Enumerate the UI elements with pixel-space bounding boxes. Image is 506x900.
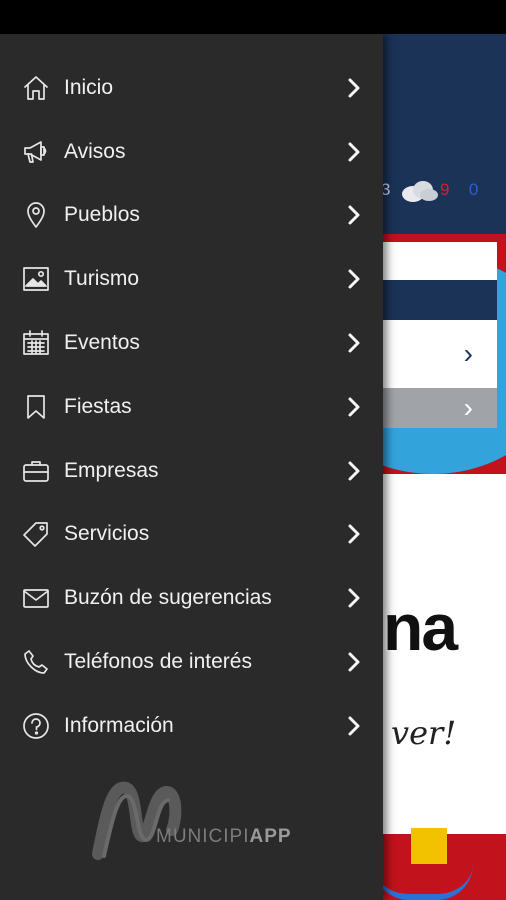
menu-item-inicio[interactable]: Inicio — [0, 56, 383, 120]
menu-item-fiestas[interactable]: Fiestas — [0, 375, 383, 439]
background-card-row[interactable]: › — [383, 388, 497, 428]
chevron-right-icon — [344, 459, 364, 483]
menu-item-empresas[interactable]: Empresas — [0, 439, 383, 503]
chevron-right-icon — [344, 203, 364, 227]
menu-item-label: Información — [64, 713, 174, 737]
briefcase-icon — [22, 457, 50, 485]
menu-item-turismo[interactable]: Turismo — [0, 247, 383, 311]
menu-item-avisos[interactable]: Avisos — [0, 120, 383, 184]
background-card-row[interactable]: › — [383, 320, 497, 388]
menu-item-pueblos[interactable]: Pueblos — [0, 184, 383, 248]
menu-item-label: Avisos — [64, 139, 126, 163]
municipiapp-logo: MUNICIPIAPP — [92, 774, 302, 864]
menu-item-label: Turismo — [64, 267, 140, 291]
background-slogan-text: ver! — [391, 714, 457, 752]
tag-icon — [22, 520, 50, 548]
chevron-right-icon — [344, 650, 364, 674]
menu-item-label: Buzón de sugerencias — [64, 586, 272, 610]
chevron-right-icon — [344, 267, 364, 291]
chevron-right-icon — [344, 76, 364, 100]
menu-item-buzon[interactable]: Buzón de sugerencias — [0, 566, 383, 630]
background-app: 3 9 0 › › na ver! — [383, 34, 506, 900]
chevron-right-icon — [344, 140, 364, 164]
drawer-menu: Inicio Avisos Pueblos Turismo Eventos Fi… — [0, 56, 383, 758]
menu-item-telefonos[interactable]: Teléfonos de interés — [0, 630, 383, 694]
municipiapp-logo-text: MUNICIPIAPP — [156, 826, 292, 847]
menu-item-label: Pueblos — [64, 203, 140, 227]
chevron-right-icon — [344, 522, 364, 546]
help-circle-icon — [22, 712, 50, 740]
menu-item-label: Teléfonos de interés — [64, 650, 252, 674]
bookmark-icon — [22, 393, 50, 421]
chevron-right-icon — [344, 331, 364, 355]
status-bar — [0, 0, 506, 34]
chevron-right-icon: › — [463, 392, 473, 423]
navigation-drawer: Inicio Avisos Pueblos Turismo Eventos Fi… — [0, 34, 383, 900]
background-brand-text: na — [383, 590, 458, 664]
home-icon — [22, 74, 50, 102]
menu-item-label: Inicio — [64, 75, 114, 99]
menu-item-label: Eventos — [64, 331, 140, 355]
image-icon — [22, 265, 50, 293]
background-content: na ver! — [383, 474, 506, 834]
chevron-right-icon — [344, 586, 364, 610]
calendar-icon — [22, 329, 50, 357]
cloud-icon — [402, 181, 438, 202]
menu-item-eventos[interactable]: Eventos — [0, 311, 383, 375]
menu-item-informacion[interactable]: Información — [0, 694, 383, 758]
chevron-right-icon: › — [463, 338, 473, 369]
background-card: › › — [383, 242, 497, 428]
castle-icon — [411, 828, 447, 864]
chevron-right-icon — [344, 395, 364, 419]
map-pin-icon — [22, 201, 50, 229]
mail-icon — [22, 584, 50, 612]
background-header — [383, 34, 506, 234]
background-footer — [383, 828, 506, 900]
menu-item-label: Servicios — [64, 522, 150, 546]
chevron-right-icon — [344, 714, 364, 738]
menu-item-label: Empresas — [64, 458, 159, 482]
menu-item-servicios[interactable]: Servicios — [0, 503, 383, 567]
menu-item-label: Fiestas — [64, 394, 132, 418]
megaphone-icon — [22, 138, 50, 166]
phone-icon — [22, 648, 50, 676]
